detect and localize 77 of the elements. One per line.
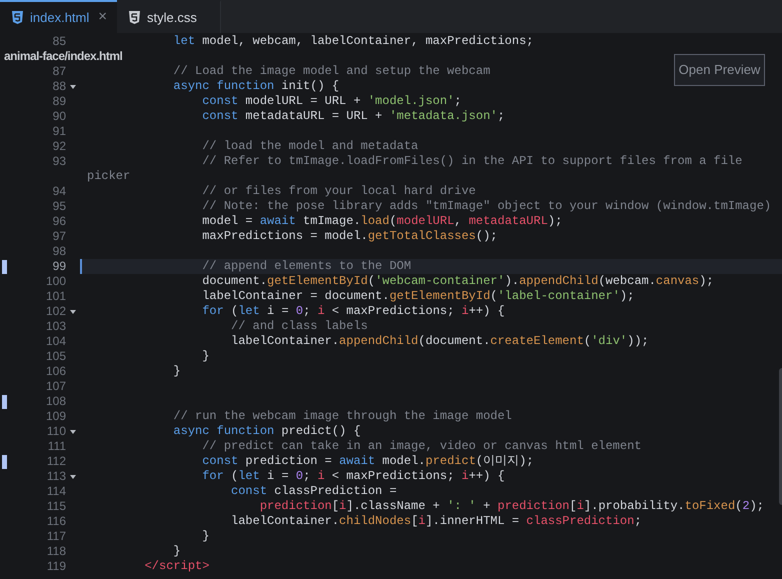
line-number: 116	[46, 514, 66, 528]
file-path-label: animal-face/index.html	[4, 49, 122, 64]
line-number: 102	[46, 304, 66, 318]
code-line: labelContainer = document.getElementById('label-container');	[201, 289, 634, 304]
fold-arrow-icon[interactable]	[70, 430, 76, 434]
code-line: // run the webcam image through the image model	[172, 409, 512, 424]
code-line: document.getElementById('webcam-container').appendChild(webcam.canvas);	[201, 274, 714, 289]
line-number: 89	[52, 94, 66, 108]
code-line: async function init() {	[172, 79, 340, 94]
open-preview-button[interactable]: Open Preview	[674, 54, 765, 86]
code-line: async function predict() {	[172, 424, 361, 439]
code-line: // or files from your local hard drive	[201, 184, 476, 199]
code-line: // Load the image model and setup the webcam	[172, 64, 490, 79]
code-line: // load the model and metadata	[201, 139, 418, 154]
code-line: // predict can take in an image, video or canvas html element	[201, 439, 642, 454]
html-file-icon	[12, 11, 23, 24]
code-line: // and class labels	[230, 319, 368, 334]
code-line: // Refer to tmImage.loadFromFiles() in the API to support files from a file	[201, 154, 742, 169]
fold-arrow-icon[interactable]	[70, 84, 76, 88]
code-line: const classPrediction =	[230, 484, 397, 499]
code-line: prediction[i].className + ': ' + prediction[i].probability.toFixed(2);	[258, 499, 764, 514]
code-line: labelContainer.appendChild(document.createElement('div'));	[230, 334, 649, 349]
code-line: maxPredictions = model.getTotalClasses();	[201, 229, 498, 244]
line-number: 110	[46, 424, 66, 438]
line-number: 117	[46, 529, 66, 543]
line-number: 101	[46, 289, 66, 303]
code-line: for (let i = 0; i < maxPredictions; i++) {	[201, 304, 505, 319]
code-line: }	[172, 544, 181, 559]
code-line: let model, webcam, labelContainer, maxPredictions;	[172, 34, 534, 49]
line-number: 99	[52, 259, 66, 273]
line-number: 94	[52, 184, 66, 198]
code-line: </script>	[144, 559, 210, 574]
line-number: 108	[46, 394, 66, 408]
line-number: 112	[46, 454, 66, 468]
line-number: 93	[52, 154, 66, 168]
close-tab-button[interactable]: ×	[98, 6, 108, 29]
code-line: const prediction = await model.predict(이미지);	[201, 454, 534, 469]
line-number: 96	[52, 214, 66, 228]
fold-arrow-icon[interactable]	[70, 310, 76, 314]
line-number: 111	[48, 439, 66, 453]
line-number: 97	[52, 229, 66, 243]
code-line: }	[201, 529, 210, 544]
line-number: 104	[46, 334, 66, 348]
line-number: 98	[52, 244, 66, 258]
code-line: }	[201, 349, 210, 364]
line-number: 118	[46, 544, 66, 558]
line-number: 90	[52, 109, 66, 123]
file-tab[interactable]: index.html ×	[0, 0, 117, 33]
code-line: }	[172, 364, 181, 379]
line-number: 100	[46, 274, 66, 288]
line-number: 92	[52, 139, 66, 153]
line-number: 115	[46, 499, 66, 513]
code-line: const metadataURL = URL + 'metadata.json';	[201, 109, 505, 124]
code-line: model = await tmImage.load(modelURL, metadataURL);	[201, 214, 562, 229]
line-number: 103	[46, 319, 66, 333]
html-file-icon	[129, 11, 140, 24]
line-number: 106	[46, 364, 66, 378]
fold-arrow-icon[interactable]	[70, 474, 76, 478]
code-line: for (let i = 0; i < maxPredictions; i++) {	[201, 469, 505, 484]
line-number: 114	[46, 484, 66, 498]
tab-label: style.css	[147, 8, 197, 27]
code-line: const modelURL = URL + 'model.json';	[201, 94, 462, 109]
line-number: 87	[52, 64, 66, 78]
line-number: 105	[46, 349, 66, 363]
scrollbar-thumb[interactable]	[779, 368, 782, 505]
line-number: 91	[52, 124, 66, 138]
line-number: 85	[52, 34, 66, 48]
line-number: 113	[46, 469, 66, 483]
line-number: 119	[46, 559, 66, 573]
wrapped-code-line: picker	[87, 169, 130, 184]
line-number: 109	[46, 409, 66, 423]
tab-label: index.html	[30, 8, 90, 27]
line-number: 107	[46, 379, 66, 393]
code-line: labelContainer.childNodes[i].innerHTML = classPrediction;	[230, 514, 642, 529]
line-number: 88	[52, 79, 66, 93]
line-number: 95	[52, 199, 66, 213]
code-line: // Note: the pose library adds "tmImage" object to your window (window.tmImage)	[201, 199, 772, 214]
